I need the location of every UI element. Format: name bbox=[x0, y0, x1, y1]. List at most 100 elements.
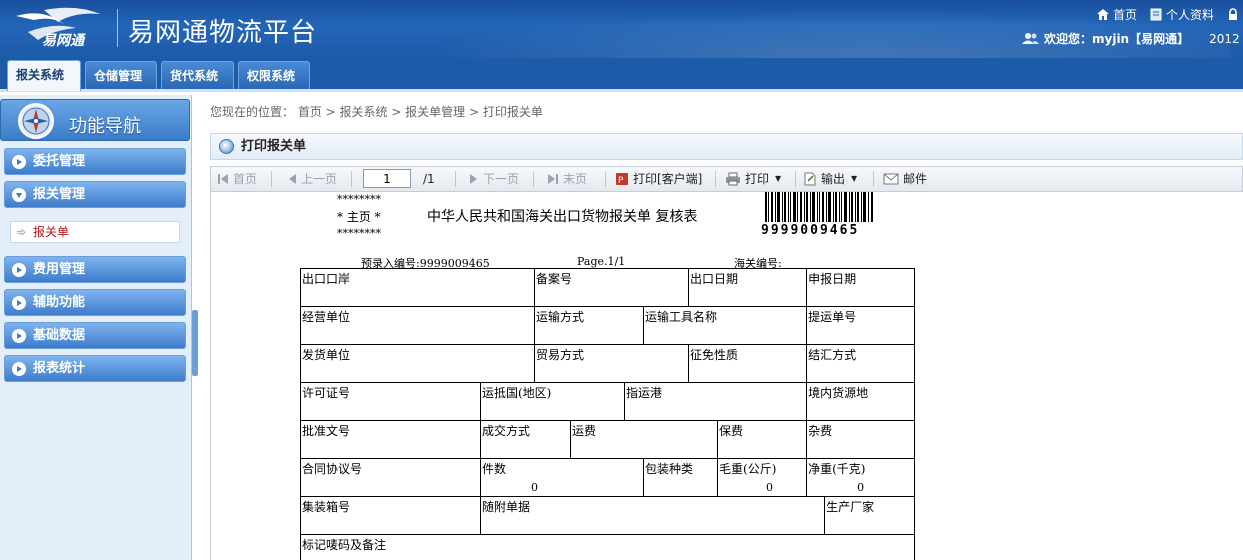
field-transport-mode: 运输方式 bbox=[534, 306, 645, 345]
field-export-port: 出口口岸 bbox=[299, 268, 536, 307]
lock-link[interactable] bbox=[1226, 8, 1243, 21]
field-net-weight: 净重(千克) 0 bbox=[806, 458, 916, 497]
field-transport-tool: 运输工具名称 bbox=[643, 306, 808, 345]
field-levy-nature: 征免性质 bbox=[688, 344, 808, 383]
mail-icon bbox=[883, 173, 899, 185]
panel-title-text: 打印报关单 bbox=[241, 139, 307, 154]
sidebar-collapse-handle[interactable] bbox=[192, 310, 198, 376]
expand-icon bbox=[12, 296, 26, 310]
toolbar-divider bbox=[455, 171, 456, 187]
module-tabs: 报关系统 仓储管理 货代系统 权限系统 bbox=[0, 58, 1243, 92]
welcome-text: 欢迎您：myjin【易网通】 bbox=[1044, 32, 1190, 46]
print-client-button[interactable]: P 打印[客户端] bbox=[615, 167, 702, 191]
sidebar-item-label: 报关管理 bbox=[33, 187, 86, 202]
field-net-weight-value: 0 bbox=[857, 481, 865, 494]
sidebar-item-label: 费用管理 bbox=[33, 262, 86, 277]
print-label: 打印 bbox=[745, 172, 770, 186]
table-row: 许可证号 运抵国(地区) 指运港 境内货源地 bbox=[300, 382, 916, 421]
compass-icon bbox=[18, 103, 54, 139]
barcode bbox=[765, 192, 873, 222]
print-button[interactable]: 打印 ▼ bbox=[725, 167, 781, 191]
first-page-label: 首页 bbox=[233, 172, 258, 186]
toolbar-divider bbox=[715, 171, 716, 187]
last-page-button[interactable]: 末页 bbox=[547, 167, 587, 191]
page-total: /1 bbox=[423, 172, 435, 186]
next-page-button[interactable]: 下一页 bbox=[469, 167, 519, 191]
home-link[interactable]: 首页 bbox=[1096, 6, 1137, 23]
sidebar-item-customs-mgmt[interactable]: 报关管理 bbox=[4, 181, 186, 208]
submenu-item-label: 报关单 bbox=[33, 225, 70, 239]
field-dest-port: 指运港 bbox=[624, 382, 808, 421]
sidebar-item-base-data[interactable]: 基础数据 bbox=[4, 322, 186, 349]
page-number-input[interactable] bbox=[363, 169, 411, 188]
sidebar-item-label: 基础数据 bbox=[33, 328, 86, 343]
first-page-icon bbox=[218, 174, 228, 184]
last-page-icon bbox=[548, 174, 558, 184]
sidebar-header: 功能导航 bbox=[0, 99, 190, 141]
profile-link[interactable]: 个人资料 bbox=[1149, 6, 1214, 23]
export-icon bbox=[804, 172, 816, 186]
field-record-no: 备案号 bbox=[534, 268, 690, 307]
printer-icon bbox=[726, 172, 740, 186]
sidebar-item-fees[interactable]: 费用管理 bbox=[4, 256, 186, 283]
field-trade-mode: 贸易方式 bbox=[534, 344, 690, 383]
next-page-icon bbox=[470, 174, 477, 184]
sidebar: 功能导航 委托管理 报关管理 ➾ 报关单 费用管理 辅助功能 基础数据 报表统计 bbox=[0, 95, 192, 560]
table-row: 合同协议号 件数 0 包装种类 毛重(公斤) 0 净重(千克) 0 bbox=[300, 458, 916, 497]
print-client-label: 打印[客户端] bbox=[633, 172, 703, 186]
table-row: 发货单位 贸易方式 征免性质 结汇方式 bbox=[299, 344, 916, 383]
field-settlement: 结汇方式 bbox=[806, 344, 916, 383]
first-page-button[interactable]: 首页 bbox=[217, 167, 257, 191]
field-gross-weight-value: 0 bbox=[766, 481, 774, 494]
export-label: 输出 bbox=[821, 172, 846, 186]
field-declare-date: 申报日期 bbox=[806, 268, 916, 307]
tab-permissions[interactable]: 权限系统 bbox=[238, 61, 310, 89]
sidebar-item-reports[interactable]: 报表统计 bbox=[4, 355, 186, 382]
welcome-area: 欢迎您：myjin【易网通】 2012 bbox=[1022, 30, 1240, 47]
profile-icon bbox=[1150, 8, 1162, 21]
next-page-label: 下一页 bbox=[483, 172, 520, 186]
field-freight: 运费 bbox=[570, 420, 719, 459]
sidebar-header-title: 功能导航 bbox=[69, 116, 141, 137]
submenu-item-declaration[interactable]: ➾ 报关单 bbox=[10, 221, 180, 243]
prev-page-label: 上一页 bbox=[301, 172, 338, 186]
panel-title: 打印报关单 bbox=[210, 133, 1243, 160]
toolbar-divider bbox=[533, 171, 534, 187]
home-link-label: 首页 bbox=[1112, 8, 1137, 22]
tab-customs-system[interactable]: 报关系统 bbox=[7, 60, 81, 91]
field-dest-country: 运抵国(地区) bbox=[479, 382, 626, 421]
prev-page-icon bbox=[289, 174, 296, 184]
field-deal-mode: 成交方式 bbox=[479, 420, 572, 459]
tab-warehouse[interactable]: 仓储管理 bbox=[85, 61, 157, 89]
field-export-date: 出口日期 bbox=[688, 268, 808, 307]
field-gross-weight-label: 毛重(公斤) bbox=[719, 462, 777, 476]
toolbar-divider bbox=[271, 171, 272, 187]
field-pieces-label: 件数 bbox=[482, 462, 507, 476]
barcode-number: 9999009465 bbox=[761, 223, 860, 238]
toolbar-divider bbox=[795, 171, 796, 187]
table-row: 批准文号 成交方式 运费 保费 杂费 bbox=[300, 420, 916, 459]
table-row: 集装箱号 随附单据 生产厂家 bbox=[300, 496, 916, 535]
chevron-down-icon: ▼ bbox=[851, 174, 858, 183]
last-page-label: 末页 bbox=[563, 172, 588, 186]
field-misc-fee: 杂费 bbox=[806, 420, 916, 459]
app-header: 易网通 易网通物流平台 首页 个人资料 欢迎您：myjin【易网通】 2012 bbox=[0, 0, 1243, 58]
stars-top: ******** bbox=[337, 193, 381, 206]
main-content: 您现在的位置： 首页 > 报关系统 > 报关单管理 > 打印报关单 打印报关单 … bbox=[200, 95, 1243, 560]
top-links: 首页 个人资料 bbox=[1096, 6, 1243, 23]
tab-forwarding[interactable]: 货代系统 bbox=[161, 61, 234, 89]
sidebar-item-auxiliary[interactable]: 辅助功能 bbox=[4, 289, 186, 316]
toolbar-divider bbox=[605, 171, 606, 187]
expand-icon bbox=[12, 362, 26, 376]
toolbar-divider bbox=[351, 171, 352, 187]
mail-button[interactable]: 邮件 bbox=[883, 167, 927, 191]
field-contract-no: 合同协议号 bbox=[300, 458, 481, 497]
export-button[interactable]: 输出 ▼ bbox=[803, 167, 857, 191]
report-toolbar: 首页 上一页 /1 下一页 末页 P 打印[客户端] 打印 ▼ bbox=[210, 166, 1243, 192]
field-bill-no: 提运单号 bbox=[806, 306, 916, 345]
sidebar-item-label: 辅助功能 bbox=[33, 295, 86, 310]
field-approval-no: 批准文号 bbox=[300, 420, 481, 459]
prev-page-button[interactable]: 上一页 bbox=[287, 167, 337, 191]
breadcrumb: 您现在的位置： 首页 > 报关系统 > 报关单管理 > 打印报关单 bbox=[210, 105, 543, 119]
sidebar-item-commission[interactable]: 委托管理 bbox=[4, 148, 186, 175]
